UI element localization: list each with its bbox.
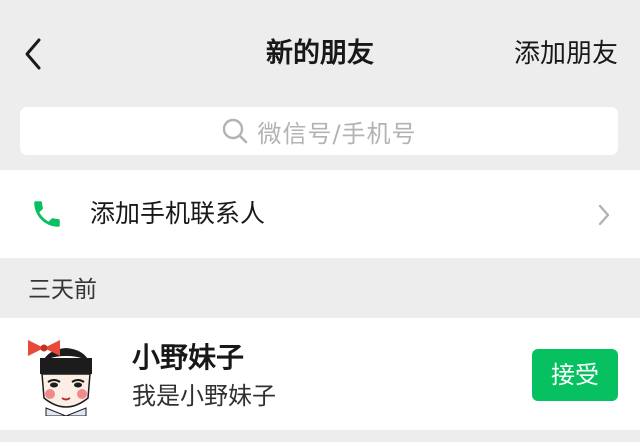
accept-button[interactable]: 接受	[532, 349, 618, 401]
search-placeholder: 微信号/手机号	[257, 119, 417, 148]
search-icon	[223, 118, 248, 144]
phone-icon	[34, 201, 60, 227]
chevron-right-icon	[598, 204, 610, 226]
friend-request-item[interactable]: 小野妹子 我是小野妹子 接受	[0, 318, 640, 430]
add-friends-button[interactable]: 添加朋友	[514, 34, 618, 74]
add-phone-contacts-item[interactable]: 添加手机联系人	[0, 170, 640, 258]
navigation-bar: 新的朋友 添加朋友	[0, 0, 640, 100]
requester-name: 小野妹子	[132, 341, 245, 374]
section-header: 三天前	[28, 277, 97, 303]
add-phone-contacts-label: 添加手机联系人	[90, 199, 266, 228]
avatar[interactable]	[26, 336, 106, 416]
search-input[interactable]: 微信号/手机号	[20, 107, 618, 155]
request-message: 我是小野妹子	[132, 382, 276, 410]
cartoon-girl-avatar-icon	[26, 336, 106, 416]
